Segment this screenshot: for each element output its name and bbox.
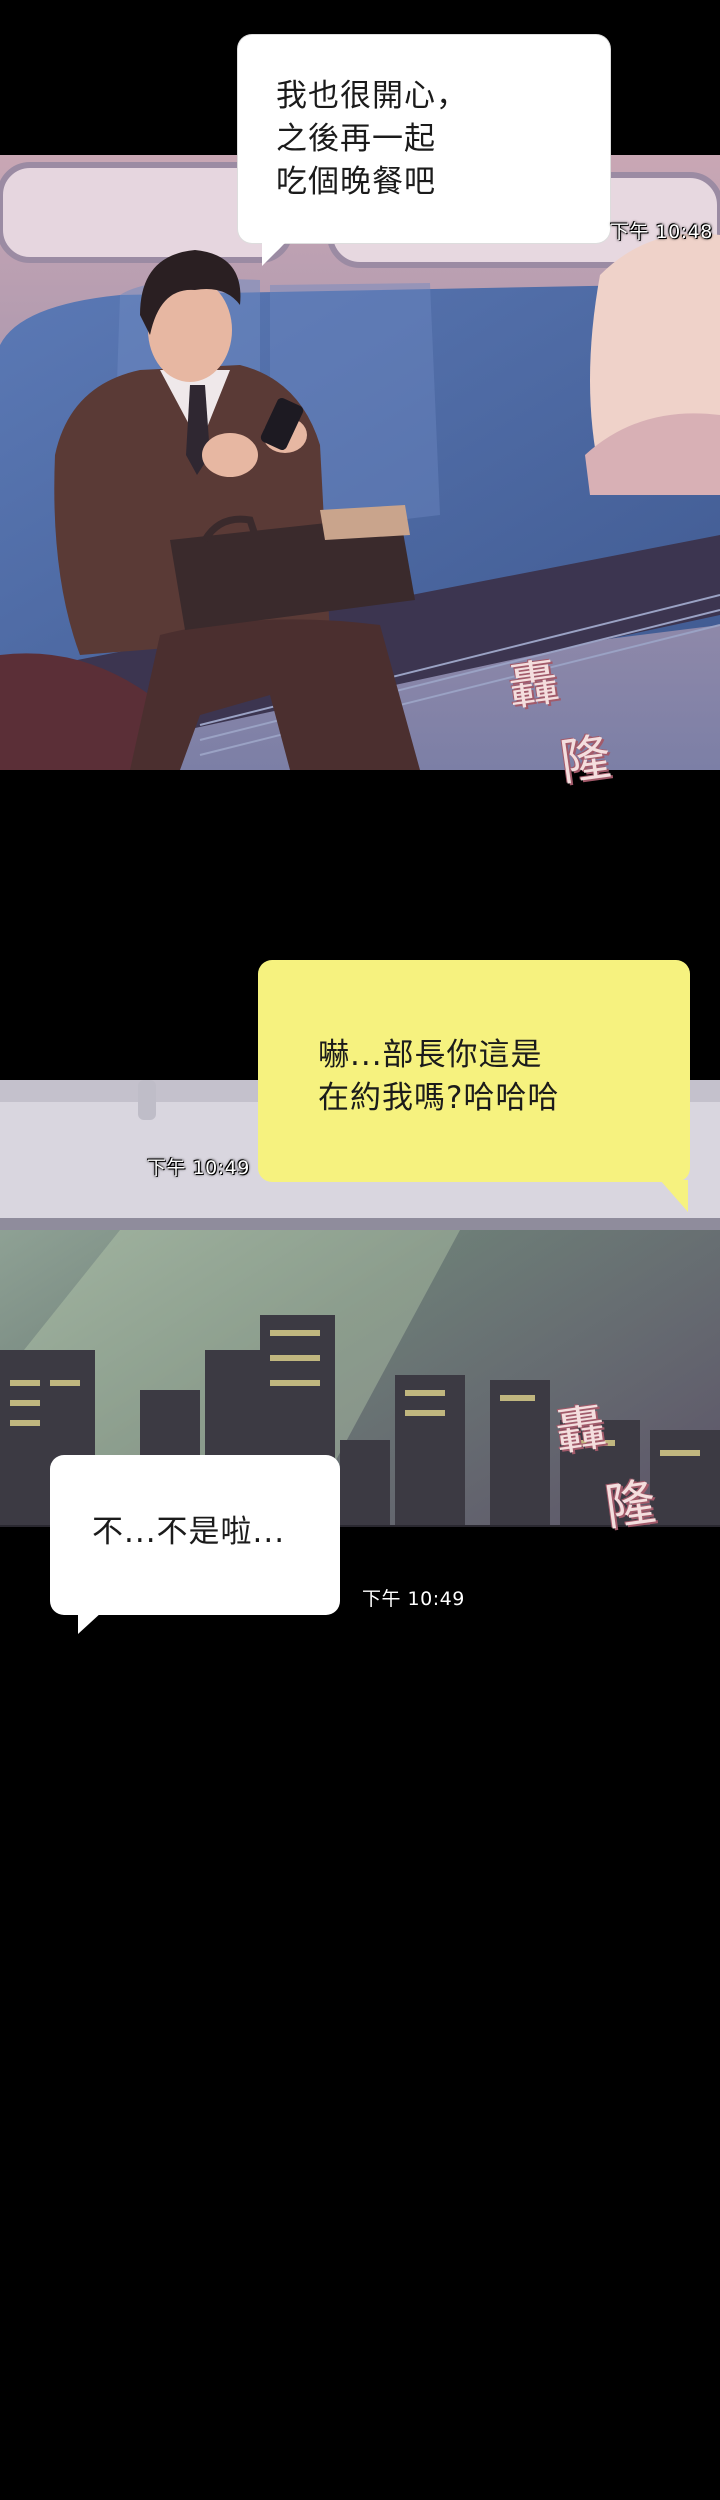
sfx-rumble-1b: 隆: [556, 727, 615, 793]
speech-bubble-1: 我也很開心， 之後再一起 吃個晚餐吧: [238, 35, 610, 243]
bubble-1-line-1: 我也很開心，: [276, 78, 468, 114]
bubble-1-line-2: 之後再一起: [276, 121, 436, 157]
sfx-rumble-1a: 轟: [504, 652, 563, 718]
bubble-3-tail: [78, 1612, 102, 1634]
timestamp-2: 下午 10:49: [147, 1157, 250, 1179]
train-scene: [0, 155, 720, 770]
bubble-2-line-1: 嚇...部長你這是: [318, 1037, 543, 1073]
bubble-3-line-1: 不...不是啦...: [92, 1514, 286, 1550]
timestamp-3: 下午 10:49: [362, 1588, 465, 1610]
bubble-2-tail: [660, 1180, 688, 1212]
timestamp-1: 下午 10:48: [610, 221, 713, 243]
sfx-rumble-2b: 隆: [601, 1472, 660, 1538]
speech-bubble-2: 嚇...部長你這是 在約我嗎?哈哈哈: [258, 960, 690, 1182]
bubble-1-line-3: 吃個晚餐吧: [276, 164, 436, 200]
train-panel: [0, 155, 720, 770]
bubble-2-line-2: 在約我嗎?哈哈哈: [318, 1080, 560, 1116]
speech-bubble-3: 不...不是啦...: [50, 1455, 340, 1615]
bubble-1-tail: [262, 240, 288, 266]
sfx-rumble-2a: 轟: [551, 1397, 610, 1463]
